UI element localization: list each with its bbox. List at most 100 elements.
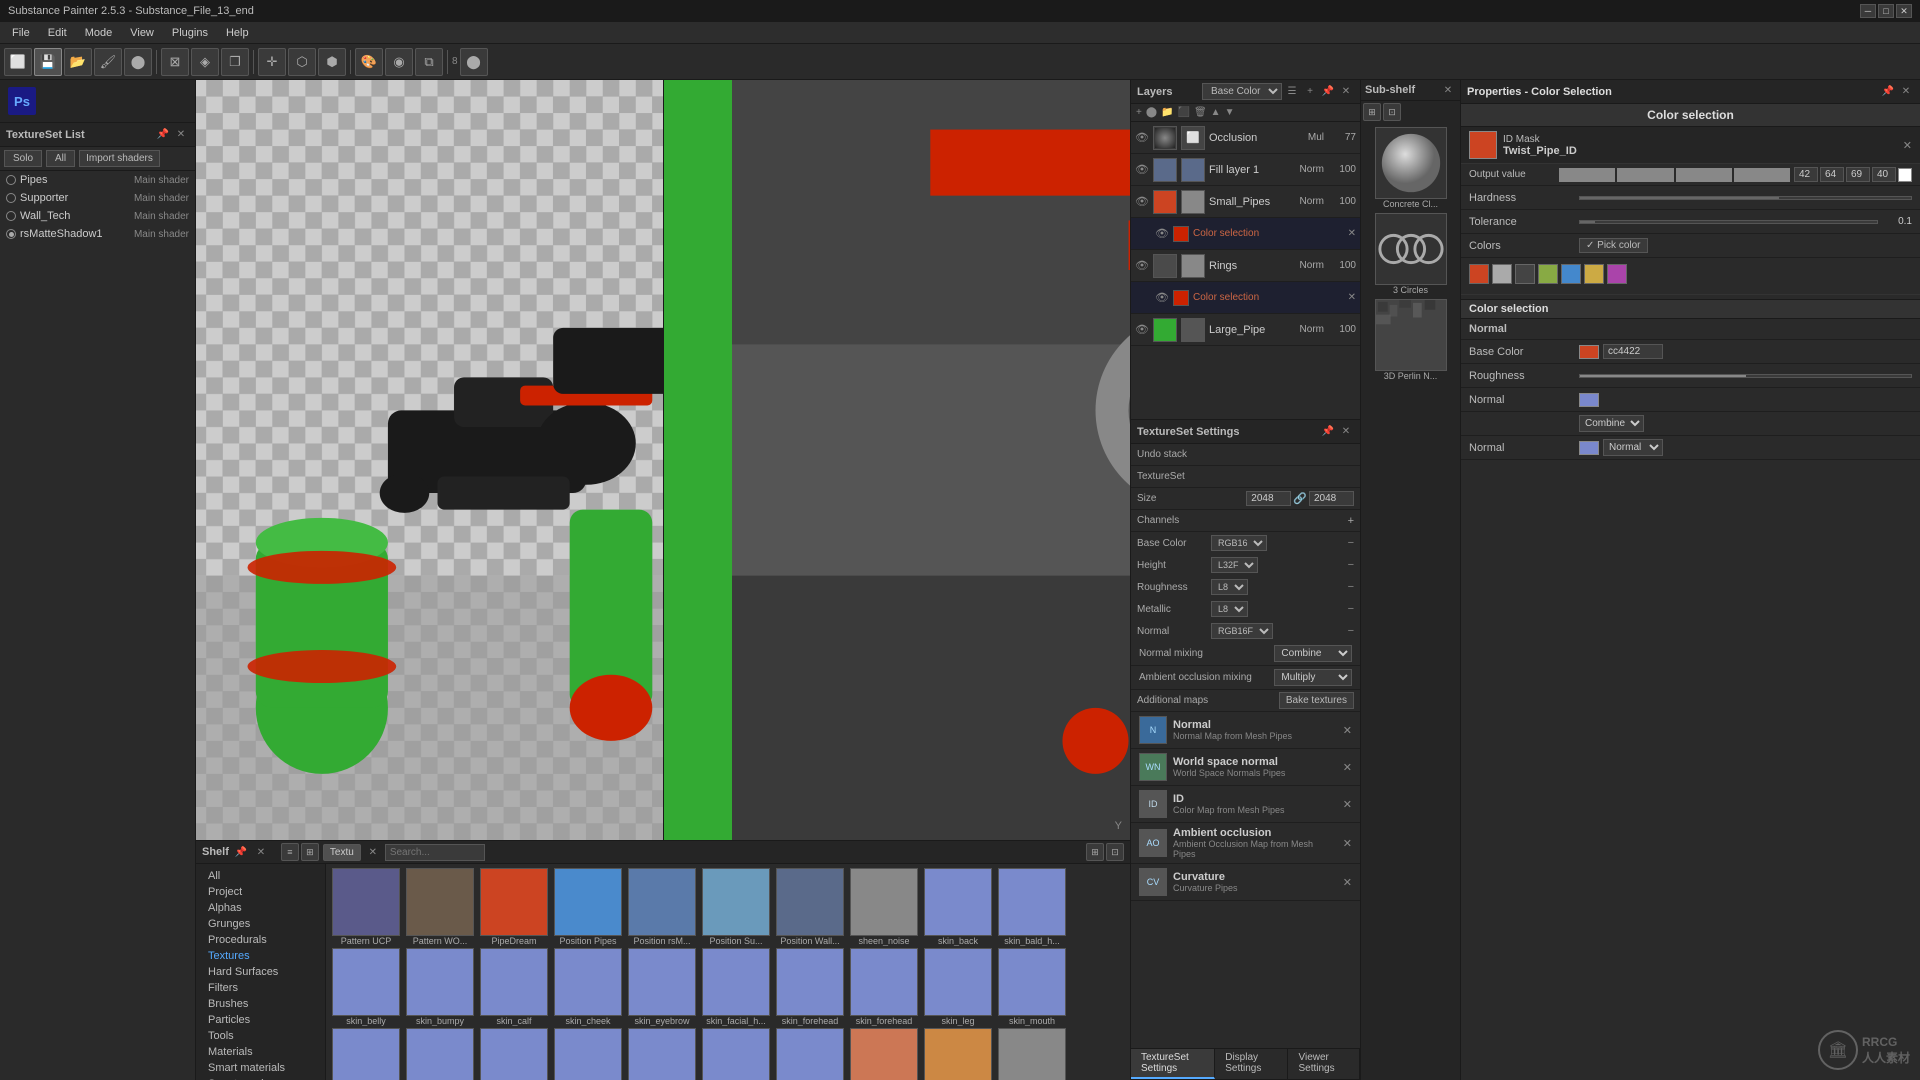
swatch-3[interactable] [1538,264,1558,284]
props-close[interactable]: ✕ [1898,84,1914,100]
sub-shelf-item-circles[interactable]: 3 Circles [1371,213,1451,295]
shelf-item-15[interactable]: skin_facial_h... [700,948,772,1026]
roughness-slider[interactable] [1579,374,1912,378]
add-group-icon[interactable]: 📁 [1160,106,1174,119]
shelf-nav-project[interactable]: Project [200,884,321,900]
shelf-item-23[interactable]: skin_nose_top [552,1028,624,1080]
shelf-nav-hard-surfaces[interactable]: Hard Surfaces [200,964,321,980]
hardness-slider[interactable] [1579,196,1912,200]
layers-menu[interactable]: ☰ [1284,84,1300,100]
combine-select[interactable]: Combine [1579,415,1644,432]
shelf-item-20[interactable]: skin_neck [330,1028,402,1080]
tool-clone[interactable]: ❐ [221,48,249,76]
tool-transform[interactable]: ✛ [258,48,286,76]
output-val-1[interactable] [1794,167,1818,182]
swatch-1[interactable] [1492,264,1512,284]
channel-remove-metallic[interactable]: − [1348,603,1354,615]
id-mask-close-btn[interactable]: ✕ [1903,139,1912,152]
shelf-tab-textures[interactable]: Textu [323,844,361,861]
panel-pin-button[interactable]: 📌 [155,127,171,143]
add-map-remove-normal[interactable]: ✕ [1343,724,1352,737]
channel-format-base-color[interactable]: RGB16 [1211,535,1267,551]
layer-up-icon[interactable]: ▲ [1210,106,1222,119]
layer-vis-large-pipe[interactable]: 👁 [1135,323,1149,337]
shelf-item-21[interactable]: skin_neck... [404,1028,476,1080]
size-h-input[interactable] [1309,491,1354,506]
close-button[interactable]: ✕ [1896,4,1912,18]
menu-view[interactable]: View [122,25,162,41]
tab-ts-settings[interactable]: TextureSet Settings [1131,1049,1215,1079]
normal-mixing-select[interactable]: Combine [1274,645,1352,662]
layers-pin[interactable]: 📌 [1320,84,1336,100]
layer-vis-small-pipes[interactable]: 👁 [1135,195,1149,209]
channel-remove-base-color[interactable]: − [1348,537,1354,549]
all-button[interactable]: All [46,150,75,167]
output-val-3[interactable] [1846,167,1870,182]
channel-format-normal[interactable]: RGB16F [1211,623,1273,639]
shelf-search-input[interactable] [385,844,485,861]
panel-close-button[interactable]: ✕ [173,127,189,143]
shelf-grid-small[interactable]: ⊞ [1086,843,1104,861]
normal-2-select[interactable]: Normal [1603,439,1663,456]
ao-mixing-select[interactable]: Multiply [1274,669,1352,686]
layer-vis-fill-1[interactable]: 👁 [1135,163,1149,177]
shelf-pin[interactable]: 📌 [233,844,249,860]
maximize-button[interactable]: □ [1878,4,1894,18]
tolerance-slider[interactable] [1579,220,1878,224]
layer-delete-icon[interactable]: 🗑 [1193,106,1208,119]
shelf-item-1[interactable]: Pattern WO... [404,868,476,946]
layer-color-sel-1[interactable]: 👁 Color selection ✕ [1131,218,1360,250]
shelf-item-0[interactable]: Pattern UCP [330,868,402,946]
layer-close-col-sel-1[interactable]: ✕ [1348,228,1356,239]
shelf-item-14[interactable]: skin_eyebrow [626,948,698,1026]
ts-settings-close[interactable]: ✕ [1338,424,1354,440]
layer-rings[interactable]: 👁 Rings Norm 100 [1131,250,1360,282]
viewport-3d[interactable] [196,80,664,840]
layer-down-icon[interactable]: ▼ [1224,106,1236,119]
shelf-item-28[interactable]: Tech_Wall_ID [922,1028,994,1080]
menu-edit[interactable]: Edit [40,25,75,41]
tool-smudge[interactable]: ◈ [191,48,219,76]
shelf-nav-tools[interactable]: Tools [200,1028,321,1044]
sub-shelf-item-noise[interactable]: 3D Perlin N... [1371,299,1451,381]
shelf-nav-materials[interactable]: Materials [200,1044,321,1060]
tool-layer[interactable]: ⧉ [415,48,443,76]
shelf-item-11[interactable]: skin_bumpy [404,948,476,1026]
shelf-item-25[interactable]: skin_wrist [700,1028,772,1080]
shelf-nav-all[interactable]: All [200,868,321,884]
swatch-6[interactable] [1607,264,1627,284]
layers-close[interactable]: ✕ [1338,84,1354,100]
swatch-4[interactable] [1561,264,1581,284]
add-map-remove-id[interactable]: ✕ [1343,798,1352,811]
tab-viewer-settings[interactable]: Viewer Settings [1288,1049,1360,1079]
tool-color[interactable]: 🎨 [355,48,383,76]
layer-vis-occlusion[interactable]: 👁 [1135,131,1149,145]
shelf-nav-brushes[interactable]: Brushes [200,996,321,1012]
channel-remove-roughness[interactable]: − [1348,581,1354,593]
tool-open[interactable]: 📂 [64,48,92,76]
add-map-remove-ao[interactable]: ✕ [1343,837,1352,850]
shelf-item-29[interactable]: Thickness M... [996,1028,1068,1080]
textureset-item-rs-matte[interactable]: rsMatteShadow1 Main shader [0,225,195,243]
textureset-item-pipes[interactable]: Pipes Main shader [0,171,195,189]
layer-color-sel-2[interactable]: 👁 Color selection ✕ [1131,282,1360,314]
layer-fill-1[interactable]: 👁 Fill layer 1 Norm 100 [1131,154,1360,186]
tool-paint[interactable]: 🖌 [94,48,122,76]
layer-small-pipes[interactable]: 👁 Small_Pipes Norm 100 [1131,186,1360,218]
shelf-nav-smart-masks[interactable]: Smart masks [200,1076,321,1080]
output-val-4[interactable] [1872,167,1896,182]
tool-save[interactable]: 💾 [34,48,62,76]
shelf-nav-grunges[interactable]: Grunges [200,916,321,932]
menu-help[interactable]: Help [218,25,257,41]
textureset-item-supporter[interactable]: Supporter Main shader [0,189,195,207]
props-pin[interactable]: 📌 [1880,84,1896,100]
tool-fill[interactable]: ⬤ [124,48,152,76]
layer-mask-icon[interactable]: ⬛ [1177,106,1191,119]
add-fill-icon[interactable]: ⬤ [1145,106,1158,119]
layer-vis-col-sel-2[interactable]: 👁 [1155,291,1169,305]
shelf-item-24[interactable]: skin_thin [626,1028,698,1080]
shelf-item-27[interactable]: Support_ID [848,1028,920,1080]
layers-add[interactable]: + [1302,84,1318,100]
sub-shelf-grid-2[interactable]: ⊡ [1383,103,1401,121]
pick-color-button[interactable]: ✓ Pick color [1579,238,1648,253]
